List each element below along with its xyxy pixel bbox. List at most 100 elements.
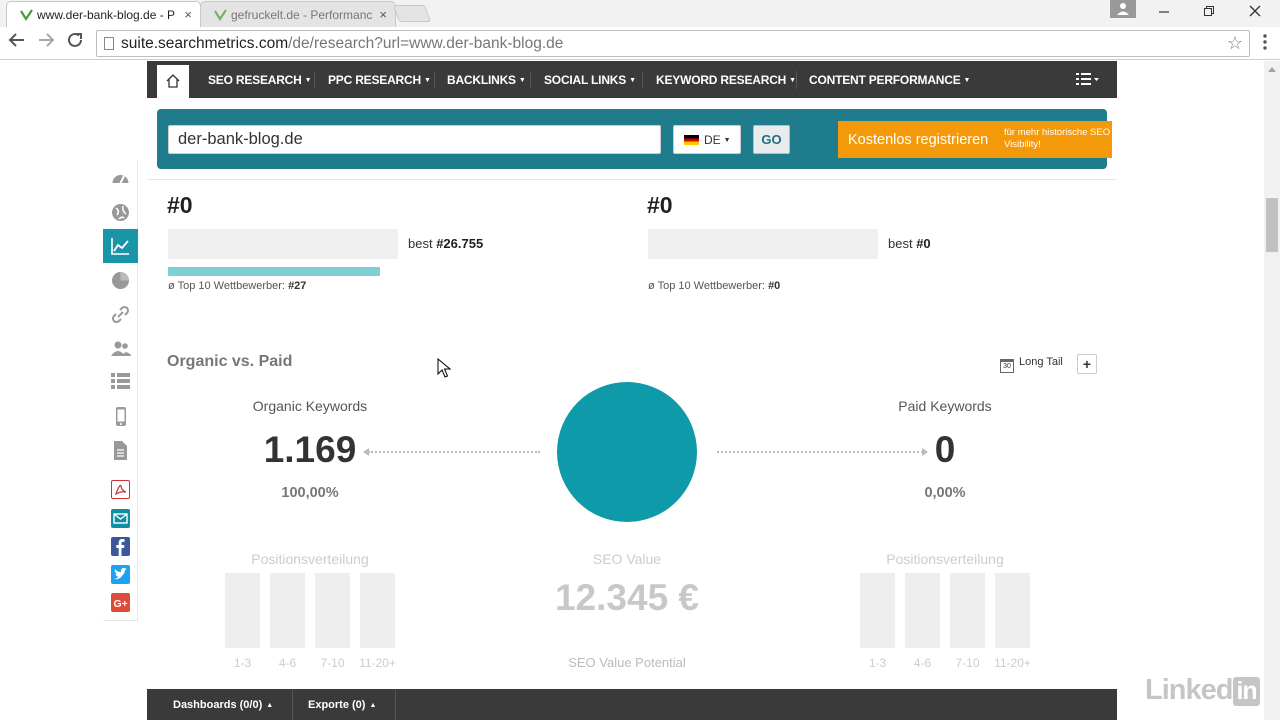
section-title: Organic vs. Paid: [167, 353, 293, 370]
vertical-scrollbar[interactable]: [1264, 61, 1280, 720]
register-button[interactable]: Kostenlos registrieren für mehr historis…: [838, 121, 1112, 158]
sidebar-item-users[interactable]: [103, 331, 138, 365]
home-button[interactable]: [157, 65, 189, 98]
calendar-icon: 30: [1000, 359, 1014, 373]
line-chart-icon: [111, 238, 129, 255]
nav-social-links[interactable]: SOCIAL LINKS ▼: [544, 73, 636, 87]
facebook-share-button[interactable]: [111, 537, 130, 556]
email-icon: [113, 513, 128, 524]
bookmark-star-icon[interactable]: ☆: [1227, 33, 1243, 54]
pdf-icon: [114, 484, 127, 496]
sidebar-item-list[interactable]: [103, 365, 138, 399]
go-button[interactable]: GO: [753, 125, 790, 154]
position-bar: [315, 573, 350, 648]
bottom-toolbar: Dashboards (0/0) ▲ Exporte (0) ▲: [147, 689, 1117, 720]
back-icon[interactable]: [5, 31, 29, 55]
browser-tab[interactable]: gefruckelt.de - Performanc ×: [200, 1, 396, 27]
position-label: 7-10: [955, 656, 980, 670]
rank-left: #0: [167, 192, 193, 218]
exports-menu[interactable]: Exporte (0) ▲: [308, 699, 376, 711]
restore-icon[interactable]: [1197, 0, 1221, 24]
pdf-export-button[interactable]: [111, 480, 130, 499]
expand-button[interactable]: +: [1077, 354, 1097, 374]
sidebar-item-document[interactable]: [103, 433, 138, 467]
position-label: 11-20+: [359, 656, 396, 670]
home-icon: [166, 74, 180, 88]
email-share-button[interactable]: [111, 509, 130, 528]
list-menu-icon[interactable]: [1076, 72, 1100, 89]
country-select[interactable]: DE ▼: [673, 125, 741, 154]
browser-toolbar: suite.searchmetrics.com/de/research?url=…: [0, 27, 1280, 60]
register-label: Kostenlos registrieren: [848, 132, 989, 148]
browser-menu-icon[interactable]: [1262, 33, 1268, 51]
caret-down-icon: ▼: [304, 77, 312, 84]
sidebar-item-pie[interactable]: [103, 263, 138, 297]
caret-down-icon: ▼: [723, 137, 731, 144]
avg-competitors-right: ø Top 10 Wettbewerber: #0: [648, 280, 781, 292]
seo-value-potential: SEO Value Potential: [568, 655, 686, 670]
googleplus-icon: G+: [114, 598, 128, 610]
best-rank-right: best #0: [888, 236, 931, 251]
browser-tabstrip: www.der-bank-blog.de - P × gefruckelt.de…: [0, 0, 1280, 27]
scrollbar-thumb[interactable]: [1266, 198, 1278, 252]
position-bar: [995, 573, 1030, 648]
long-tail-toggle[interactable]: 30 Long Tail: [1000, 356, 1063, 373]
nav-separator: [530, 71, 531, 89]
paid-keywords-pct: 0,00%: [924, 485, 966, 501]
bottom-separator: [395, 689, 396, 720]
nav-content-performance[interactable]: CONTENT PERFORMANCE ▼: [809, 73, 970, 87]
tab-title: gefruckelt.de - Performanc: [231, 8, 373, 22]
position-label: 11-20+: [994, 656, 1031, 670]
scroll-up-icon[interactable]: [1268, 67, 1276, 72]
forward-icon[interactable]: [34, 31, 58, 55]
dashboards-menu[interactable]: Dashboards (0/0) ▲: [173, 699, 273, 711]
twitter-share-button[interactable]: [111, 565, 130, 584]
germany-flag-icon: [684, 135, 699, 145]
profile-icon[interactable]: [1110, 0, 1136, 18]
caret-down-icon: ▼: [629, 77, 636, 84]
browser-tab-active[interactable]: www.der-bank-blog.de - P ×: [6, 1, 201, 27]
avg-competitors-left: ø Top 10 Wettbewerber: #27: [168, 280, 307, 292]
nav-keyword-research[interactable]: KEYWORD RESEARCH ▼: [656, 73, 796, 87]
link-icon: [111, 305, 130, 324]
paid-keywords-value: 0: [934, 429, 956, 470]
nav-separator: [642, 71, 643, 89]
position-bar: [905, 573, 940, 648]
main-navigation: SEO RESEARCH ▼ PPC RESEARCH ▼ BACKLINKS ▼ S…: [147, 61, 1117, 98]
rank-right: #0: [647, 192, 673, 218]
sidebar-item-links[interactable]: [103, 297, 138, 331]
sidebar-item-dashboard[interactable]: [103, 161, 138, 195]
reload-icon[interactable]: [63, 31, 87, 55]
organic-keywords-pct: 100,00%: [281, 485, 339, 501]
organic-keywords-value: 1.169: [263, 429, 357, 470]
twitter-icon: [114, 567, 127, 580]
speedometer-icon: [112, 175, 129, 184]
close-icon[interactable]: ×: [184, 7, 192, 22]
nav-seo-research[interactable]: SEO RESEARCH ▼: [208, 73, 312, 87]
caret-down-icon: ▼: [423, 77, 431, 84]
nav-ppc-research[interactable]: PPC RESEARCH ▼: [328, 73, 431, 87]
paid-keywords-label: Paid Keywords: [898, 398, 992, 414]
position-distribution-title-left: Positionsverteilung: [251, 551, 369, 567]
competitor-progress-left: [168, 267, 380, 276]
domain-search-input[interactable]: [168, 125, 661, 154]
sidebar-item-mobile[interactable]: [103, 399, 138, 433]
seo-value-title: SEO Value: [592, 551, 662, 567]
rank-bar-left: [168, 229, 398, 259]
sidebar-item-global[interactable]: [103, 195, 138, 229]
position-distribution-title-right: Positionsverteilung: [886, 551, 1004, 567]
address-bar[interactable]: suite.searchmetrics.com/de/research?url=…: [96, 30, 1250, 57]
new-tab-button[interactable]: [392, 5, 432, 22]
position-label: 4-6: [913, 656, 932, 670]
minimize-icon[interactable]: [1152, 0, 1176, 24]
nav-backlinks[interactable]: BACKLINKS ▼: [447, 73, 526, 87]
position-bar: [950, 573, 985, 648]
sidebar-item-chart[interactable]: [103, 229, 138, 263]
page-icon: [104, 37, 114, 50]
googleplus-share-button[interactable]: G+: [111, 593, 130, 612]
caret-down-icon: ▼: [518, 77, 526, 84]
best-rank-left: best #26.755: [408, 236, 484, 251]
close-icon[interactable]: ×: [379, 7, 387, 22]
page-content: SEO RESEARCH ▼ PPC RESEARCH ▼ BACKLINKS ▼ S…: [0, 61, 1264, 720]
close-window-icon[interactable]: [1243, 0, 1267, 24]
